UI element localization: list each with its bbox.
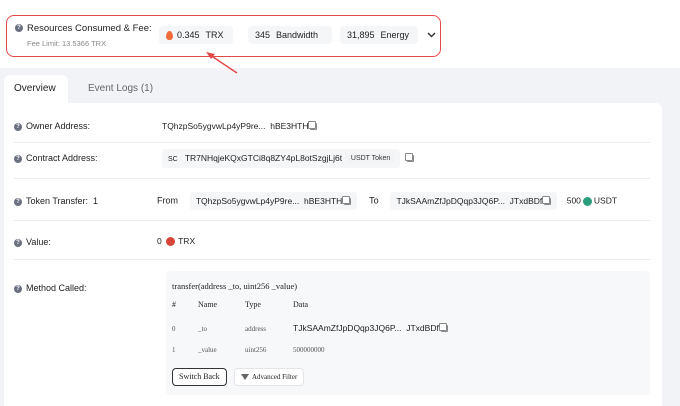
copy-icon[interactable]: [438, 323, 448, 333]
row-1-name: _value: [198, 346, 217, 354]
method-details: transfer(address _to, uint256 _value) # …: [166, 271, 650, 395]
row-1-type: uint256: [245, 346, 267, 354]
overview-card: ? Owner Address: TQhzpSo5ygvwLp4yP9re... …: [4, 103, 662, 406]
question-circle-icon[interactable]: ?: [14, 197, 22, 206]
contract-address-value[interactable]: SC TR7NHqjeKQxGTCi8q8ZY4pL8otSzgjLj6t US…: [162, 149, 415, 169]
divider: [14, 178, 650, 179]
trx-consumed: 0.345 TRX: [159, 26, 233, 44]
divider: [14, 220, 650, 221]
column-header-name: Name: [198, 300, 218, 309]
method-signature: transfer(address _to, uint256 _value): [172, 281, 298, 291]
fee-limit: Fee Limit: 13.5366 TRX: [27, 39, 107, 48]
question-circle-icon[interactable]: ?: [14, 284, 22, 293]
owner-address-value[interactable]: TQhzpSo5ygvwLp4yP9re... hBE3HTH: [162, 121, 318, 131]
column-header-index: #: [172, 300, 176, 309]
value-label: ? Value:: [14, 237, 51, 247]
copy-icon[interactable]: [542, 196, 552, 206]
copy-icon[interactable]: [342, 196, 352, 206]
question-circle-icon[interactable]: ?: [14, 122, 22, 131]
divider: [14, 259, 650, 260]
column-header-type: Type: [245, 300, 261, 309]
chevron-down-icon[interactable]: [427, 30, 436, 40]
contract-address-box[interactable]: SC TR7NHqjeKQxGTCi8q8ZY4pL8otSzgjLj6t US…: [162, 149, 401, 169]
value-amount: 0 TRX: [157, 236, 196, 247]
bandwidth-consumed: 345 Bandwidth: [248, 26, 332, 44]
column-header-data: Data: [293, 300, 309, 309]
row-0-data[interactable]: TJkSAAmZfJpDQqp3JQ6P... JTxdBDf: [293, 323, 448, 333]
energy-consumed: 31,895 Energy: [340, 26, 418, 44]
copy-icon[interactable]: [405, 153, 415, 163]
row-1-data: 500000000: [293, 346, 325, 354]
question-circle-icon[interactable]: ?: [15, 24, 23, 33]
owner-address-label: ? Owner Address:: [14, 121, 90, 131]
method-called-label: ? Method Called:: [14, 283, 87, 293]
usdt-token-tag[interactable]: USDT Token: [346, 153, 395, 165]
row-1-index: 1: [172, 346, 176, 354]
row-0-index: 0: [172, 325, 176, 333]
advanced-filter-button[interactable]: Advanced Filter: [234, 368, 305, 386]
row-0-name: _to: [198, 325, 207, 333]
contract-address-label: ? Contract Address:: [14, 153, 98, 163]
tab-overview[interactable]: Overview: [4, 75, 68, 103]
divider: [14, 142, 650, 143]
from-address[interactable]: TQhzpSo5ygvwLp4yP9re... hBE3HTH: [189, 192, 358, 210]
question-circle-icon[interactable]: ?: [14, 238, 22, 247]
row-0-type: address: [245, 325, 266, 333]
question-circle-icon[interactable]: ?: [14, 154, 22, 163]
to-address[interactable]: TJkSAAmZfJpDQqp3JQ6P... JTxdBDf: [390, 192, 558, 210]
switch-back-button[interactable]: Switch Back: [172, 368, 227, 386]
smart-contract-badge: SC: [168, 156, 178, 163]
usdt-coin-icon: [582, 196, 592, 206]
tab-event-logs[interactable]: Event Logs (1): [78, 75, 163, 103]
fee-title: Resources Consumed & Fee:: [27, 23, 152, 34]
transfer-token[interactable]: USDT: [594, 195, 617, 205]
token-transfer-value: From TQhzpSo5ygvwLp4yP9re... hBE3HTH To …: [157, 192, 617, 210]
resources-fee-panel[interactable]: ? Resources Consumed & Fee: Fee Limit: 13…: [6, 15, 441, 57]
copy-icon[interactable]: [308, 121, 318, 131]
trx-coin-icon: [166, 237, 176, 247]
transfer-amount: 500: [566, 195, 581, 206]
flame-icon: [166, 31, 173, 41]
fee-summary: ? Resources Consumed & Fee: Fee Limit: 13…: [15, 23, 152, 48]
filter-icon: [241, 373, 249, 381]
token-transfer-label: ? Token Transfer: 1: [14, 196, 98, 206]
